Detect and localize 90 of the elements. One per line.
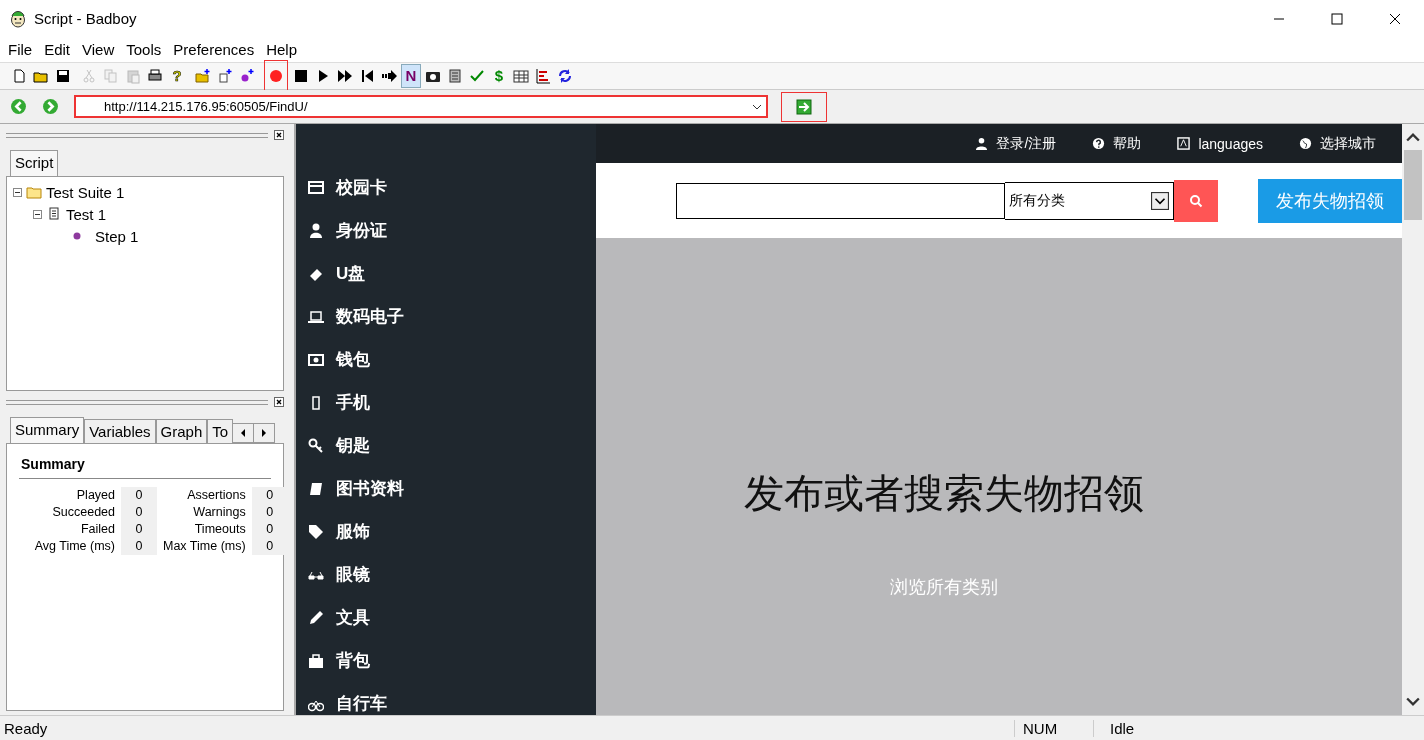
globe-icon [1299,137,1312,150]
pencil-icon [308,609,324,626]
category-link[interactable]: 背包 [296,639,596,682]
stat-label: Warnings [192,504,246,521]
category-link[interactable]: 钥匙 [296,424,596,467]
script-tab[interactable]: Script [10,150,59,176]
stat-value: 0 [121,487,157,504]
category-link[interactable]: 服饰 [296,510,596,553]
stat-label: Failed [79,521,115,538]
right-arrow-icon [261,429,268,437]
bag-icon [308,652,324,669]
num-lock-indicator: NUM [1014,719,1093,737]
category-link[interactable]: 自行车 [296,682,596,715]
dollar-button[interactable]: $ [490,65,508,87]
status-text: Ready [3,719,49,737]
forward-icon[interactable] [42,98,59,115]
back-icon[interactable] [10,98,27,115]
scrollbar-thumb[interactable] [1404,150,1422,220]
stat-label: Assertions [186,487,246,504]
book-icon [308,480,324,497]
tag-icon [308,523,324,540]
suite-icon [26,185,42,199]
arrow-icon [796,98,812,115]
menu-item[interactable]: Tools [120,41,168,58]
tree-item[interactable]: Step 1 [95,227,139,245]
menu-item[interactable]: File [2,41,39,58]
left-arrow-icon [240,429,247,437]
category-link[interactable]: 身份证 [296,209,596,252]
key-icon [308,437,324,454]
tab-scroll-left-button[interactable] [232,423,255,443]
stat-label: Timeouts [193,521,246,538]
close-pane-icon[interactable] [274,130,284,140]
window-title: Script - Badboy [34,10,137,27]
stat-label: Avg Time (ms) [33,538,115,555]
tree-item[interactable]: Test 1 [66,205,107,223]
panel-tab[interactable]: To [207,419,234,443]
category-link[interactable]: U盘 [296,252,596,295]
stat-label: Max Time (ms) [163,538,246,555]
card-icon [308,179,324,196]
menu-item[interactable]: View [76,41,121,58]
record-icon[interactable] [265,61,287,91]
category-dropdown[interactable]: 所有分类 [1005,181,1174,220]
search-icon [1189,193,1203,208]
scroll-down-icon[interactable] [1406,697,1420,707]
n-mode-button[interactable]: N [402,65,420,87]
stat-label: Played [75,487,115,504]
top-nav-link[interactable]: languages [1177,135,1263,152]
hero-title: 发布或者搜索失物招领 [744,470,1144,517]
top-nav-link[interactable]: 帮助 [1092,134,1142,153]
panel-tab[interactable]: Graph [155,419,208,443]
go-button[interactable] [782,92,826,121]
language-icon [1177,137,1191,150]
top-nav-link[interactable]: 登录/注册 [975,134,1057,153]
money-icon [308,351,324,368]
category-link[interactable]: 眼镜 [296,553,596,596]
category-link[interactable]: 数码电子 [296,295,596,338]
user-icon [975,137,989,150]
test-icon [46,207,62,221]
stat-value: 0 [121,521,157,538]
panel-tab[interactable]: Summary [10,417,85,443]
category-link[interactable]: 文具 [296,596,596,639]
user-icon [308,222,324,239]
scrollbar[interactable] [1402,124,1424,715]
panel-tab[interactable]: Variables [84,419,156,443]
url-field[interactable]: http://114.215.176.95:60505/FindU/ [74,95,768,118]
collapse-toggle-icon[interactable] [33,209,42,219]
tree-item[interactable]: Test Suite 1 [46,183,125,201]
search-button[interactable] [1174,179,1218,222]
top-nav-link[interactable]: 选择城市 [1299,134,1376,153]
laptop-icon [308,308,324,325]
close-pane-icon[interactable] [274,397,284,407]
category-link[interactable]: 校园卡 [296,166,596,209]
dropdown-caret-icon[interactable] [1151,191,1169,210]
stat-value: 0 [121,538,157,555]
tab-scroll-right-button[interactable] [253,423,276,443]
stat-label: Succeeded [51,504,115,521]
category-link[interactable]: 图书资料 [296,467,596,510]
app-icon [10,9,26,28]
category-link[interactable]: 手机 [296,381,596,424]
collapse-toggle-icon[interactable] [13,187,22,197]
help-icon [1092,137,1106,150]
menu-item[interactable]: Help [260,41,304,58]
stat-value: 0 [121,504,157,521]
summary-heading: Summary [19,456,271,479]
menu-item[interactable]: Preferences [167,41,261,58]
scroll-up-icon[interactable] [1406,132,1420,142]
menu-item[interactable]: Edit [38,41,77,58]
search-field[interactable] [676,182,1006,219]
status-state: Idle [1093,719,1135,737]
category-link[interactable]: 钱包 [296,338,596,381]
